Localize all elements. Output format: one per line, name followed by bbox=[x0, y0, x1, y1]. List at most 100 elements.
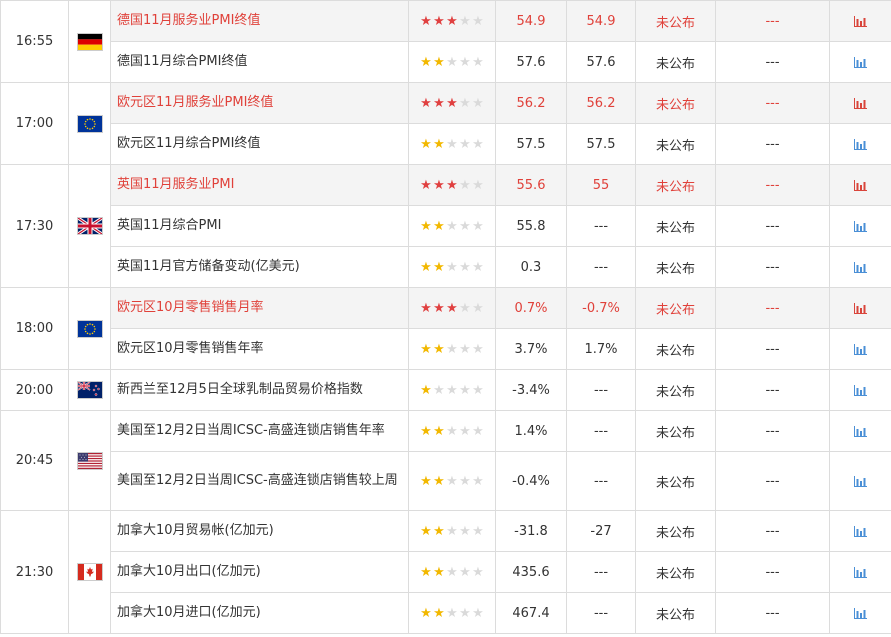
bar-chart-icon[interactable] bbox=[854, 219, 867, 234]
event-time: 17:30 bbox=[0, 164, 69, 288]
star-icon: ★ bbox=[446, 605, 458, 621]
star-icon: ★ bbox=[433, 341, 445, 357]
chart-link-cell[interactable] bbox=[829, 123, 891, 165]
event-name[interactable]: 新西兰至12月5日全球乳制品贸易价格指数 bbox=[110, 369, 409, 411]
previous-value: 57.5 bbox=[495, 123, 567, 165]
event-name[interactable]: 英国11月服务业PMI bbox=[110, 164, 409, 206]
importance-stars: ★★★★★ bbox=[408, 0, 496, 42]
chart-link-cell[interactable] bbox=[829, 451, 891, 511]
chart-link-cell[interactable] bbox=[829, 41, 891, 83]
bar-chart-icon[interactable] bbox=[854, 301, 867, 316]
event-time: 17:00 bbox=[0, 82, 69, 165]
bar-chart-icon[interactable] bbox=[854, 178, 867, 193]
star-icon: ★ bbox=[420, 13, 432, 29]
chart-link-cell[interactable] bbox=[829, 0, 891, 42]
importance-stars: ★★★★★ bbox=[408, 41, 496, 83]
star-icon: ★ bbox=[433, 564, 445, 580]
forecast-value: 55 bbox=[566, 164, 636, 206]
impact-value: --- bbox=[715, 246, 830, 288]
chart-link-cell[interactable] bbox=[829, 510, 891, 552]
event-name[interactable]: 美国至12月2日当周ICSC-高盛连锁店销售年率 bbox=[110, 410, 409, 452]
chart-link-cell[interactable] bbox=[829, 164, 891, 206]
bar-chart-icon[interactable] bbox=[854, 606, 867, 621]
importance-stars: ★★★★★ bbox=[408, 164, 496, 206]
importance-stars: ★★★★★ bbox=[408, 451, 496, 511]
bar-chart-icon[interactable] bbox=[854, 474, 867, 489]
actual-value: 未公布 bbox=[635, 82, 716, 124]
previous-value: 3.7% bbox=[495, 328, 567, 370]
importance-stars: ★★★★★ bbox=[408, 592, 496, 634]
previous-value: 55.8 bbox=[495, 205, 567, 247]
event-name[interactable]: 欧元区10月零售销售年率 bbox=[110, 328, 409, 370]
star-icon: ★ bbox=[420, 523, 432, 539]
event-name[interactable]: 美国至12月2日当周ICSC-高盛连锁店销售较上周 bbox=[110, 451, 409, 511]
bar-chart-icon[interactable] bbox=[854, 137, 867, 152]
actual-value: 未公布 bbox=[635, 123, 716, 165]
event-name[interactable]: 欧元区10月零售销售月率 bbox=[110, 287, 409, 329]
bar-chart-icon[interactable] bbox=[854, 565, 867, 580]
previous-value: 55.6 bbox=[495, 164, 567, 206]
chart-link-cell[interactable] bbox=[829, 328, 891, 370]
event-row: 德国11月综合PMI终值 ★★★★★ 57.6 57.6 未公布 --- bbox=[1, 41, 891, 83]
chart-link-cell[interactable] bbox=[829, 592, 891, 634]
star-icon: ★ bbox=[472, 54, 484, 70]
star-icon: ★ bbox=[446, 300, 458, 316]
bar-chart-icon[interactable] bbox=[854, 260, 867, 275]
event-name[interactable]: 欧元区11月综合PMI终值 bbox=[110, 123, 409, 165]
event-name[interactable]: 德国11月综合PMI终值 bbox=[110, 41, 409, 83]
chart-link-cell[interactable] bbox=[829, 205, 891, 247]
eu-flag-icon bbox=[77, 320, 102, 337]
star-icon: ★ bbox=[459, 259, 471, 275]
chart-link-cell[interactable] bbox=[829, 82, 891, 124]
previous-value: 435.6 bbox=[495, 551, 567, 593]
event-row: 17:00 欧元区11月服务业PMI终值 ★★★★★ 56.2 56.2 未公布 --- bbox=[0, 82, 891, 165]
bar-chart-icon[interactable] bbox=[854, 424, 867, 439]
event-name[interactable]: 加拿大10月贸易帐(亿加元) bbox=[110, 510, 409, 552]
star-icon: ★ bbox=[433, 473, 445, 489]
bar-chart-icon[interactable] bbox=[854, 14, 867, 29]
chart-link-cell[interactable] bbox=[829, 246, 891, 288]
star-icon: ★ bbox=[420, 605, 432, 621]
star-icon: ★ bbox=[420, 564, 432, 580]
previous-value: -3.4% bbox=[495, 369, 567, 411]
impact-value: --- bbox=[715, 0, 830, 42]
event-time: 20:45 bbox=[0, 410, 69, 511]
previous-value: 57.6 bbox=[495, 41, 567, 83]
bar-chart-icon[interactable] bbox=[854, 96, 867, 111]
previous-value: 0.7% bbox=[495, 287, 567, 329]
event-name[interactable]: 德国11月服务业PMI终值 bbox=[110, 0, 409, 42]
impact-value: --- bbox=[715, 82, 830, 124]
bar-chart-icon[interactable] bbox=[854, 383, 867, 398]
chart-link-cell[interactable] bbox=[829, 369, 891, 411]
star-icon: ★ bbox=[433, 423, 445, 439]
forecast-value: 56.2 bbox=[566, 82, 636, 124]
previous-value: 54.9 bbox=[495, 0, 567, 42]
impact-value: --- bbox=[715, 123, 830, 165]
star-icon: ★ bbox=[420, 177, 432, 193]
impact-value: --- bbox=[715, 451, 830, 511]
star-icon: ★ bbox=[446, 218, 458, 234]
impact-value: --- bbox=[715, 328, 830, 370]
event-name[interactable]: 欧元区11月服务业PMI终值 bbox=[110, 82, 409, 124]
actual-value: 未公布 bbox=[635, 246, 716, 288]
chart-link-cell[interactable] bbox=[829, 551, 891, 593]
chart-link-cell[interactable] bbox=[829, 287, 891, 329]
bar-chart-icon[interactable] bbox=[854, 55, 867, 70]
event-name[interactable]: 英国11月官方储备变动(亿美元) bbox=[110, 246, 409, 288]
forecast-value: --- bbox=[566, 205, 636, 247]
star-icon: ★ bbox=[472, 523, 484, 539]
event-name[interactable]: 加拿大10月进口(亿加元) bbox=[110, 592, 409, 634]
chart-link-cell[interactable] bbox=[829, 410, 891, 452]
bar-chart-icon[interactable] bbox=[854, 524, 867, 539]
importance-stars: ★★★★★ bbox=[408, 510, 496, 552]
star-icon: ★ bbox=[420, 300, 432, 316]
star-icon: ★ bbox=[446, 177, 458, 193]
star-icon: ★ bbox=[446, 473, 458, 489]
star-icon: ★ bbox=[459, 95, 471, 111]
actual-value: 未公布 bbox=[635, 41, 716, 83]
impact-value: --- bbox=[715, 510, 830, 552]
event-name[interactable]: 加拿大10月出口(亿加元) bbox=[110, 551, 409, 593]
bar-chart-icon[interactable] bbox=[854, 342, 867, 357]
event-name[interactable]: 英国11月综合PMI bbox=[110, 205, 409, 247]
star-icon: ★ bbox=[420, 341, 432, 357]
